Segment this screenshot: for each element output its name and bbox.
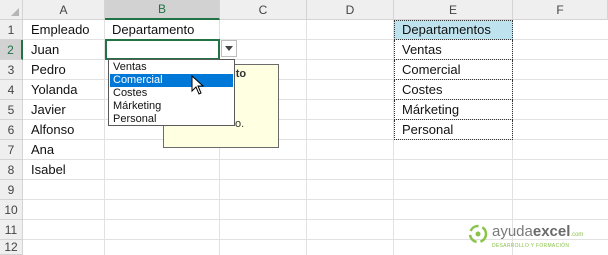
column-header-a[interactable]: A [23, 0, 105, 20]
column-header-b[interactable]: B [105, 0, 220, 20]
cell-e5[interactable]: Márketing [396, 100, 459, 120]
dropdown-option-marketing[interactable]: Márketing [110, 100, 233, 113]
select-all-corner[interactable] [0, 0, 23, 20]
row-header-12[interactable]: 12 [0, 240, 23, 255]
row-header-6[interactable]: 6 [0, 120, 23, 140]
cell-a6[interactable]: Alfonso [25, 120, 74, 140]
row-header-2[interactable]: 2 [0, 40, 23, 60]
row-header-10[interactable]: 10 [0, 200, 23, 220]
gridline [23, 139, 608, 140]
gridline [23, 219, 608, 220]
cell-a2[interactable]: Juan [25, 40, 59, 60]
tooltip-text: o. [235, 118, 245, 130]
logo-brand-suffix: excel [532, 223, 571, 240]
ayudaexcel-logo: ayudaexcel.com DESARROLLO Y FORMACIÓN [468, 224, 583, 249]
cell-a5[interactable]: Javier [25, 100, 66, 120]
logo-domain: .com [570, 232, 584, 238]
dropdown-option-ventas[interactable]: Ventas [110, 61, 233, 74]
row-header-9[interactable]: 9 [0, 180, 23, 200]
active-cell-b2[interactable] [105, 39, 220, 60]
row-header-8[interactable]: 8 [0, 160, 23, 180]
dropdown-option-personal[interactable]: Personal [110, 113, 233, 126]
column-header-d[interactable]: D [307, 0, 394, 20]
row-header-11[interactable]: 11 [0, 220, 23, 240]
ayudaexcel-logo-icon [468, 224, 488, 244]
gridline [23, 199, 608, 200]
cell-a7[interactable]: Ana [25, 140, 54, 160]
gridline [23, 159, 608, 160]
cell-e2[interactable]: Ventas [396, 40, 442, 60]
cell-e4[interactable]: Costes [396, 80, 442, 100]
logo-tagline: DESARROLLO Y FORMACIÓN [492, 243, 570, 249]
cell-e1[interactable]: Departamentos [396, 20, 491, 40]
mouse-pointer-icon [191, 75, 205, 95]
column-header-e[interactable]: E [394, 0, 513, 20]
validation-dropdown-list[interactable]: Ventas Comercial Costes Márketing Person… [108, 59, 235, 126]
gridline [23, 179, 608, 180]
logo-wordmark: ayudaexcel.com [492, 224, 583, 243]
column-header-f[interactable]: F [513, 0, 608, 20]
cell-a8[interactable]: Isabel [25, 160, 66, 180]
row-header-7[interactable]: 7 [0, 140, 23, 160]
row-header-1[interactable]: 1 [0, 20, 23, 40]
cell-b1[interactable]: Departamento [106, 20, 194, 40]
cell-e6[interactable]: Personal [396, 120, 453, 140]
column-header-c[interactable]: C [220, 0, 307, 20]
dropdown-option-costes[interactable]: Costes [110, 87, 233, 100]
cell-a4[interactable]: Yolanda [25, 80, 78, 100]
cell-a3[interactable]: Pedro [25, 60, 66, 80]
cell-a1[interactable]: Empleado [25, 20, 90, 40]
row-header-5[interactable]: 5 [0, 100, 23, 120]
cell-e3[interactable]: Comercial [396, 60, 461, 80]
row-header-4[interactable]: 4 [0, 80, 23, 100]
dropdown-option-comercial[interactable]: Comercial [110, 74, 233, 87]
logo-brand-prefix: ayuda [492, 223, 533, 240]
row-header-3[interactable]: 3 [0, 60, 23, 80]
dropdown-arrow-button[interactable] [221, 40, 237, 57]
